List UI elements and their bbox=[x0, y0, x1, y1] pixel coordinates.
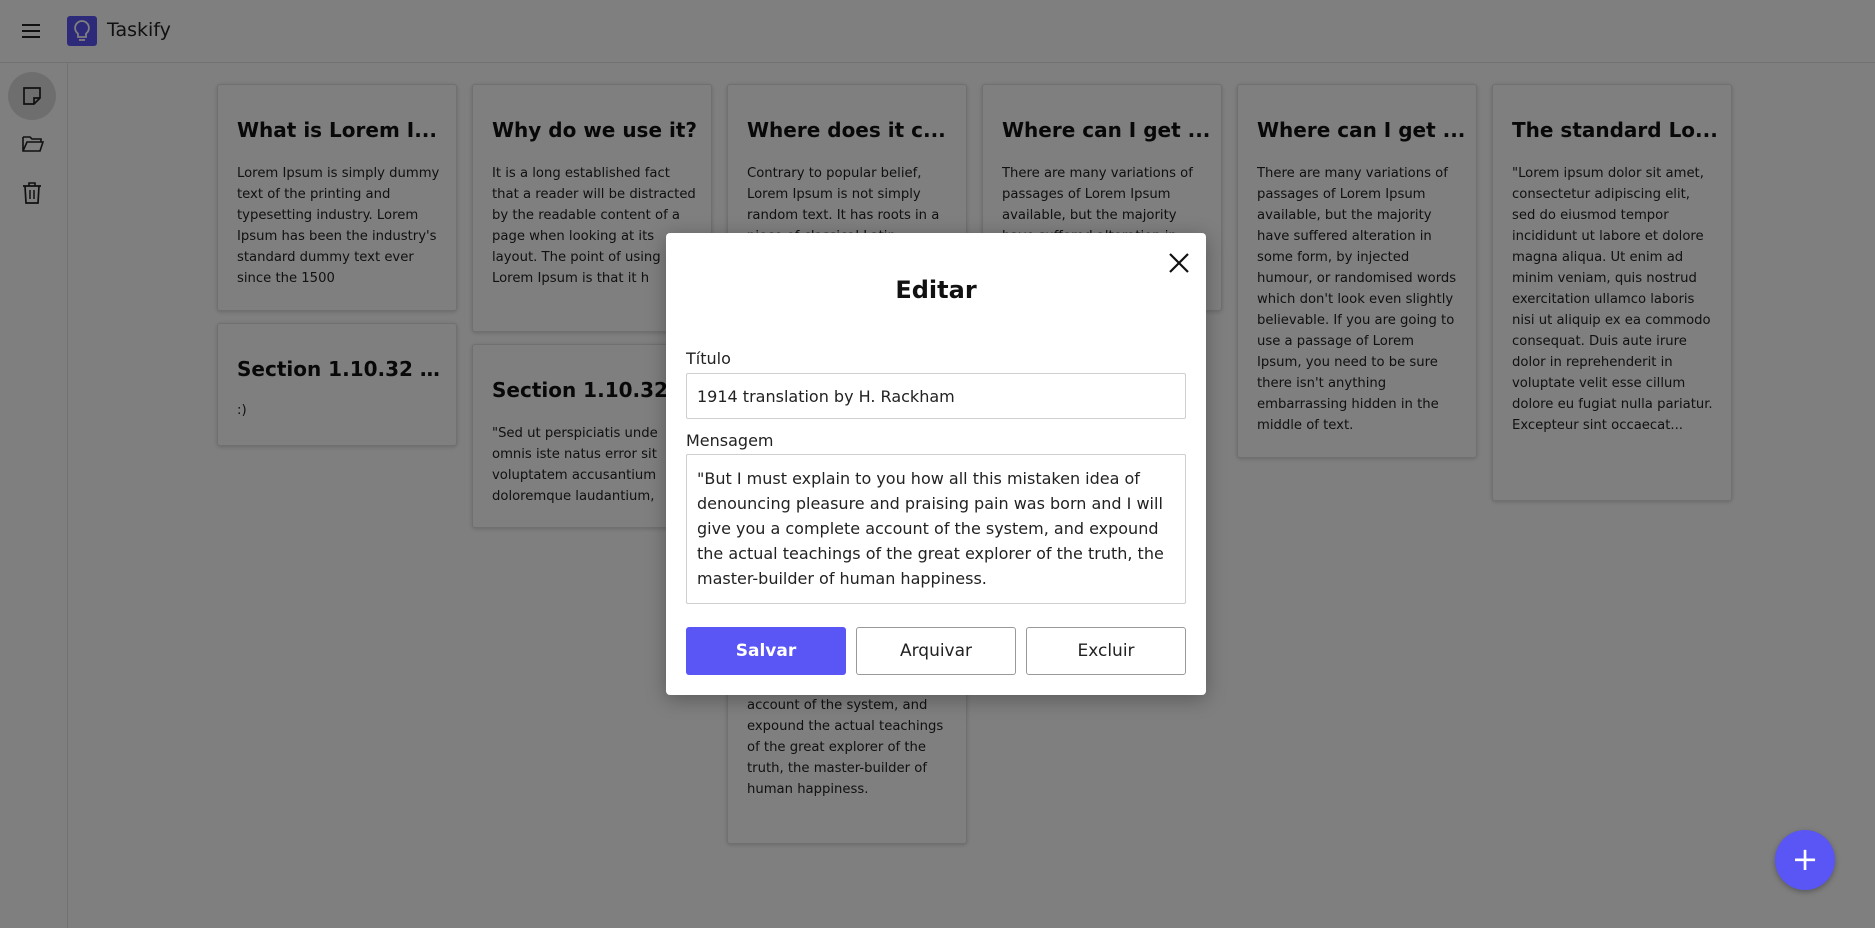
title-label: Título bbox=[686, 349, 731, 368]
save-button[interactable]: Salvar bbox=[686, 627, 846, 675]
plus-icon: + bbox=[1791, 840, 1819, 878]
add-note-button[interactable]: + bbox=[1775, 830, 1835, 890]
close-icon[interactable] bbox=[1166, 250, 1192, 276]
delete-button[interactable]: Excluir bbox=[1026, 627, 1186, 675]
edit-dialog: Editar Título Mensagem "But I must expla… bbox=[666, 233, 1206, 695]
archive-button[interactable]: Arquivar bbox=[856, 627, 1016, 675]
message-input[interactable]: "But I must explain to you how all this … bbox=[686, 454, 1186, 604]
dialog-title: Editar bbox=[895, 276, 977, 304]
message-label: Mensagem bbox=[686, 431, 774, 450]
title-input[interactable] bbox=[686, 373, 1186, 419]
